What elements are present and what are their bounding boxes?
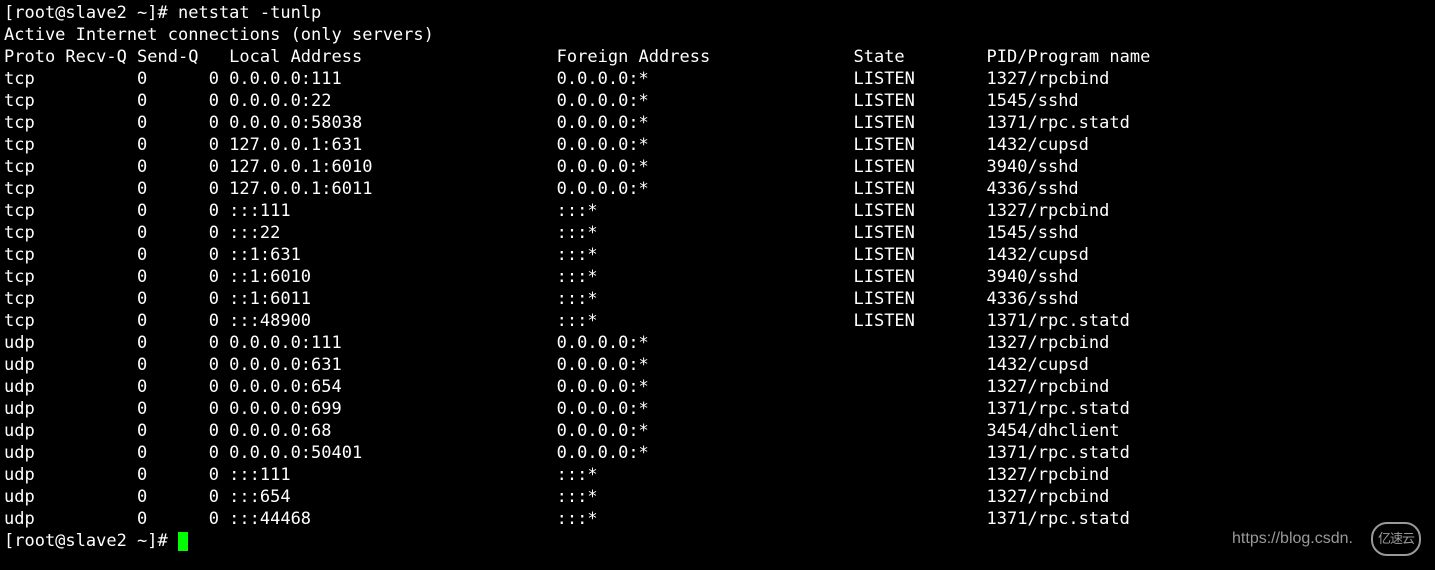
shell-prompt: [root@slave2 ~]# <box>4 3 178 23</box>
connection-rows: tcp 0 0 0.0.0.0:111 0.0.0.0:* LISTEN 132… <box>4 69 1130 529</box>
watermark-url: https://blog.csdn. <box>1232 528 1353 550</box>
shell-prompt: [root@slave2 ~]# <box>4 531 178 551</box>
column-header-row: Proto Recv-Q Send-Q Local Address Foreig… <box>4 47 1150 67</box>
watermark-logo-icon: 亿速云 <box>1371 522 1421 556</box>
cursor <box>178 532 188 551</box>
watermark: https://blog.csdn. 亿速云 <box>1232 522 1421 556</box>
output-header: Active Internet connections (only server… <box>4 25 434 45</box>
typed-command: netstat -tunlp <box>178 3 321 23</box>
terminal-output[interactable]: [root@slave2 ~]# netstat -tunlp Active I… <box>0 0 1435 554</box>
